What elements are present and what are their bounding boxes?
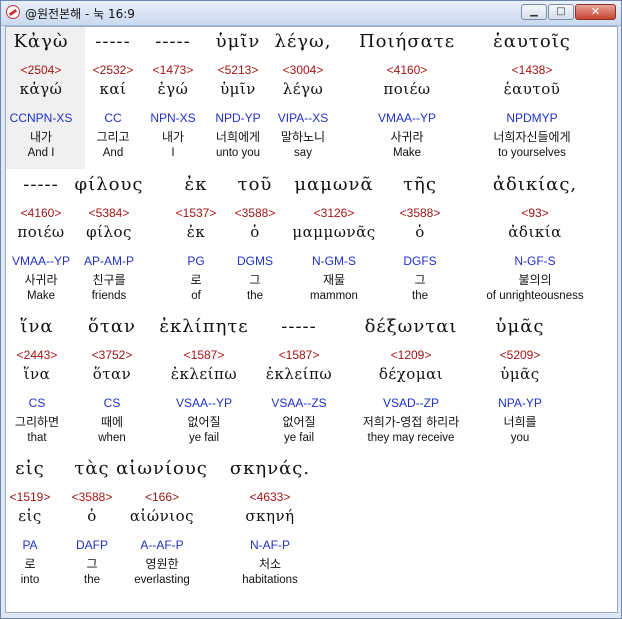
word-parsing-code: NPA-YP — [498, 396, 542, 410]
word-strong-number[interactable]: <1438> — [452, 63, 612, 77]
word-english-gloss: to yourselves — [498, 147, 566, 159]
app-window: @원전본해 - 눅 16:9 ▁ □ ✕ Κἀγὼ <2504> κἀγώ CCNPN… — [0, 0, 622, 619]
title-bar[interactable]: @원전본해 - 눅 16:9 ▁ □ ✕ — [1, 1, 621, 26]
window-title: @원전본해 - 눅 16:9 — [25, 7, 135, 21]
interlinear-panel[interactable]: Κἀγὼ <2504> κἀγώ CCNPN-XS 내가 And I ----- <2532>… — [5, 26, 618, 613]
word-korean-gloss: 처소 — [258, 557, 282, 571]
word-strong-number[interactable]: <5209> — [440, 348, 600, 362]
app-logo-icon[interactable] — [6, 5, 20, 19]
word-strong-number[interactable]: <4633> — [190, 490, 350, 504]
word-lemma: σκηνή — [245, 507, 295, 525]
word-parsing-code: NPDMYP — [506, 111, 558, 125]
word-english-gloss: you — [510, 432, 530, 444]
minimize-button[interactable]: ▁ — [521, 4, 547, 20]
word-english-gloss: of unrighteousness — [486, 290, 584, 302]
word-greek: ἀδικίας, — [492, 174, 578, 195]
word-korean-gloss: 너희를 — [503, 415, 537, 429]
word-korean-gloss: 너희자신들에게 — [493, 130, 571, 144]
word-parsing-code: N-AF-P — [250, 538, 290, 552]
word-greek: ὑμᾶς — [495, 316, 545, 337]
maximize-button[interactable]: □ — [548, 4, 574, 20]
word-lemma: ἑαυτοῦ — [503, 80, 561, 98]
word-korean-gloss: 불의의 — [518, 273, 552, 287]
word-greek: ἑαυτοῖς — [493, 31, 571, 52]
word-strong-number[interactable]: <93> — [455, 206, 615, 220]
close-button[interactable]: ✕ — [575, 4, 616, 20]
word-lemma: ἀδικία — [508, 223, 562, 241]
word-lemma: ὑμᾶς — [500, 365, 540, 383]
word-english-gloss: habitations — [242, 574, 298, 586]
word-greek: σκηνάς. — [229, 458, 311, 479]
word-parsing-code: N-GF-S — [514, 254, 556, 268]
